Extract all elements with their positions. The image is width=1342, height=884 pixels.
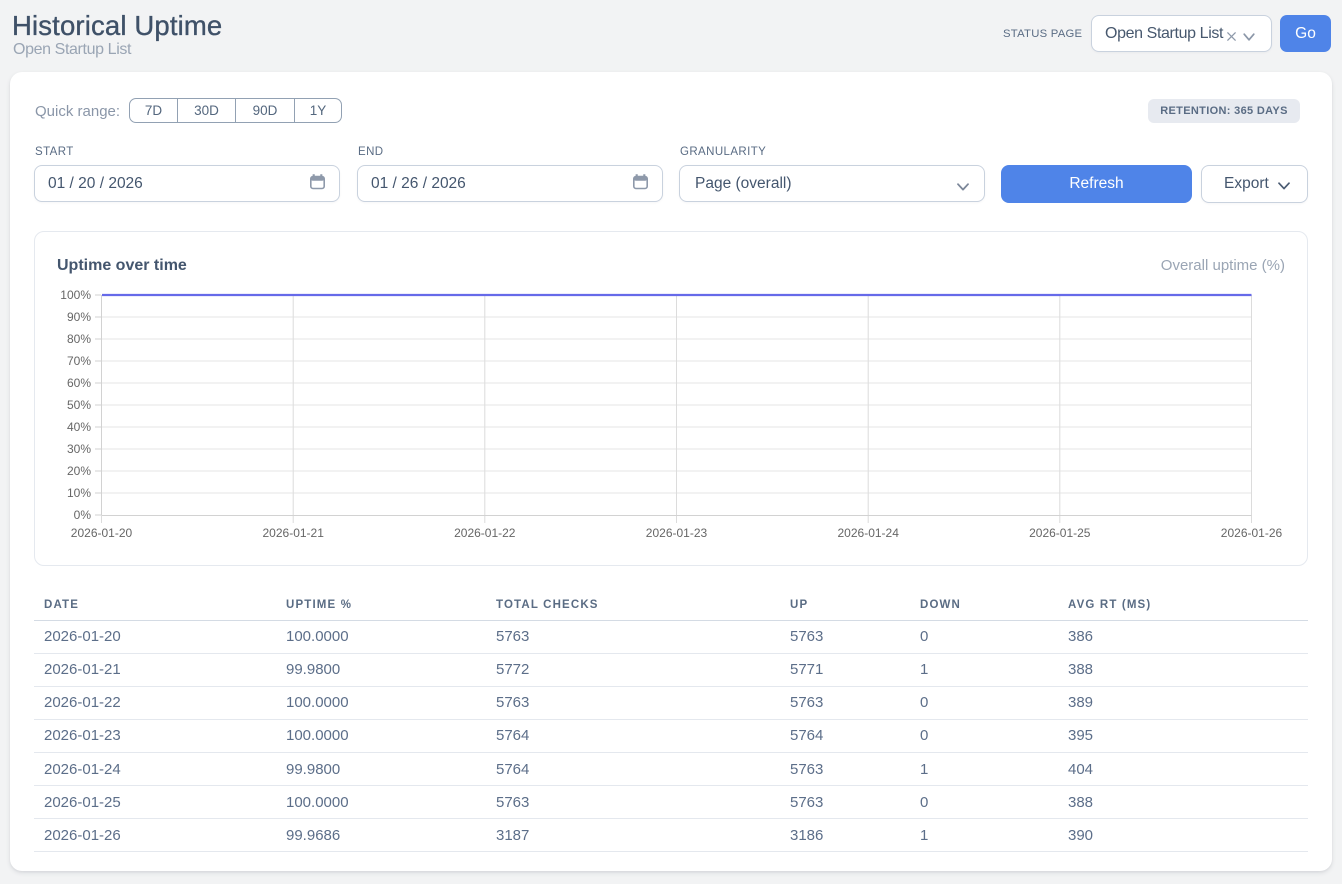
svg-text:10%: 10% — [67, 486, 91, 500]
svg-text:2026-01-20: 2026-01-20 — [71, 526, 133, 540]
svg-text:60%: 60% — [67, 376, 91, 390]
svg-text:50%: 50% — [67, 398, 91, 412]
svg-text:2026-01-21: 2026-01-21 — [263, 526, 325, 540]
svg-text:90%: 90% — [67, 310, 91, 324]
svg-text:70%: 70% — [67, 354, 91, 368]
svg-text:2026-01-24: 2026-01-24 — [838, 526, 900, 540]
svg-text:2026-01-22: 2026-01-22 — [454, 526, 516, 540]
svg-text:2026-01-26: 2026-01-26 — [1221, 526, 1283, 540]
svg-text:2026-01-23: 2026-01-23 — [646, 526, 708, 540]
svg-text:20%: 20% — [67, 464, 91, 478]
svg-text:40%: 40% — [67, 420, 91, 434]
svg-text:80%: 80% — [67, 332, 91, 346]
svg-text:100%: 100% — [60, 288, 91, 302]
svg-text:30%: 30% — [67, 442, 91, 456]
svg-text:2026-01-25: 2026-01-25 — [1029, 526, 1091, 540]
svg-text:0%: 0% — [74, 508, 92, 522]
